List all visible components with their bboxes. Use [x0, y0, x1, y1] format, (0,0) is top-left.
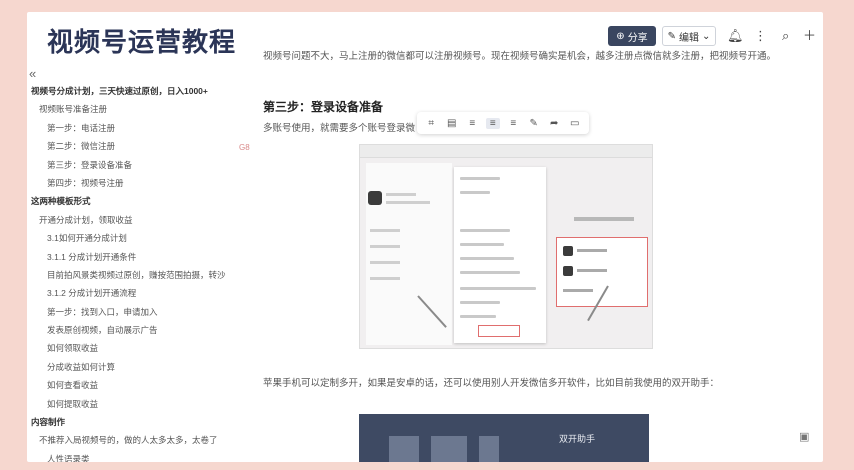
screenshot-line	[370, 229, 400, 232]
toc-item[interactable]: 如何领取收益	[29, 339, 249, 357]
screenshot-line	[386, 193, 416, 196]
screenshot-line	[386, 201, 430, 204]
toc-item[interactable]: 第二步：微信注册	[29, 137, 249, 155]
search-icon[interactable]: ⌕	[782, 27, 789, 45]
menu-line	[460, 191, 490, 194]
table-of-contents: 视频号分成计划，三天快速过原创，日入1000+ 视频账号准备注册 第一步：电话注…	[29, 82, 249, 462]
toc-item[interactable]: 不推荐入局视频号的，做的人太多太多，太卷了	[29, 431, 249, 449]
menu-line	[460, 287, 536, 290]
toc-item[interactable]: 第三步：登录设备准备	[29, 156, 249, 174]
edit-button[interactable]: ✎ 编辑 ⌄	[662, 26, 716, 46]
account-name-bar	[577, 249, 607, 252]
screenshot-highlight-box	[478, 325, 520, 337]
toc-item[interactable]: 视频账号准备注册	[29, 100, 249, 118]
page-frame: 视频号运营教程 ⊕ 分享 ✎ 编辑 ⌄ 🔔︎ ⋮ ⌕ ＋ « 视频号分成计划，三…	[27, 12, 823, 462]
toc-item[interactable]: 发表原创视频，自动展示广告	[29, 321, 249, 339]
toc-item[interactable]: 第四步：视频号注册	[29, 174, 249, 192]
toc-item[interactable]: 这两种模板形式	[29, 192, 249, 210]
menu-line	[460, 315, 496, 318]
account-avatar	[563, 266, 573, 276]
screenshot-avatar	[368, 191, 382, 205]
screenshot-line	[370, 277, 400, 280]
section-heading: 第三步：登录设备准备	[263, 100, 384, 114]
toc-item[interactable]: 分成收益如何计算	[29, 358, 249, 376]
toc-item[interactable]: 3.1.1 分成计划开通条件	[29, 248, 249, 266]
person-plus-icon: ⊕	[616, 30, 625, 42]
toc-item[interactable]: 3.1如何开通分成计划	[29, 229, 249, 247]
toc-item[interactable]: 3.1.2 分成计划开通流程	[29, 284, 249, 302]
comment-icon[interactable]: ▭	[568, 118, 582, 129]
paragraph: 多账号使用，就需要多个账号登录微	[263, 123, 416, 134]
embedded-screenshot-2[interactable]: 双开助手	[359, 414, 649, 462]
floating-doc-icon[interactable]: ▣	[799, 430, 809, 443]
share-button[interactable]: ⊕ 分享	[608, 26, 656, 46]
menu-line	[460, 229, 510, 232]
crop-icon[interactable]: ⌗	[424, 118, 438, 129]
replace-icon[interactable]: ▤	[445, 118, 459, 129]
page-title: 视频号运营教程	[47, 28, 237, 58]
screenshot-line	[370, 245, 400, 248]
bell-icon[interactable]: 🔔︎	[727, 27, 744, 45]
toc-item[interactable]: 如何查看收益	[29, 376, 249, 394]
paragraph: 苹果手机可以定制多开，如果是安卓的话，还可以使用别人开发微信多开软件，比如目前我…	[263, 378, 720, 389]
toc-item[interactable]: 人性语录类	[29, 450, 249, 462]
embedded-screenshot[interactable]	[359, 144, 653, 349]
toc-item[interactable]: 如何提取收益	[29, 395, 249, 413]
menu-line	[460, 177, 500, 180]
menu-line	[460, 257, 514, 260]
collapse-sidebar-icon[interactable]: «	[29, 66, 36, 81]
share-icon[interactable]: ➦	[547, 118, 561, 129]
more-icon[interactable]: ⋮	[754, 27, 767, 45]
toc-item[interactable]: 目前拍风景类视频过原创，赚按范围拍摄，转沙	[29, 266, 249, 284]
align-center-icon[interactable]: ≡	[485, 117, 500, 129]
plus-icon[interactable]: ＋	[803, 27, 816, 45]
align-right-icon[interactable]: ≡	[506, 118, 520, 129]
align-left-icon[interactable]: ≡	[465, 118, 479, 129]
account-name-bar	[577, 269, 607, 272]
account-row	[563, 266, 643, 278]
screenshot-line	[370, 261, 400, 264]
account-avatar	[563, 246, 573, 256]
account-name-bar	[563, 289, 593, 292]
account-row	[563, 246, 643, 258]
chevron-down-icon: ⌄	[702, 30, 711, 42]
screenshot-block	[389, 436, 419, 462]
menu-line	[460, 243, 504, 246]
share-label: 分享	[627, 32, 648, 44]
toc-item[interactable]: 第一步：电话注册	[29, 119, 249, 137]
pencil-icon: ✎	[667, 30, 676, 42]
toc-item[interactable]: 第一步：找到入口，申请加入	[29, 303, 249, 321]
screenshot-topbar	[360, 145, 652, 158]
screenshot-menu	[454, 167, 546, 343]
screenshot-label: 双开助手	[559, 434, 596, 444]
toc-item[interactable]: 内容制作	[29, 413, 249, 431]
comment-badge[interactable]: G8	[239, 143, 250, 152]
screenshot-block	[431, 436, 467, 462]
document-content: 视频号问题不大，马上注册的微信都可以注册视频号。现在视频号确实是机会，越多注册点…	[263, 50, 783, 64]
menu-line	[460, 301, 500, 304]
edit-image-icon[interactable]: ✎	[527, 118, 541, 129]
toc-item[interactable]: 视频号分成计划，三天快速过原创，日入1000+	[29, 82, 249, 100]
screenshot-block	[479, 436, 499, 462]
image-toolbar: ⌗ ▤ ≡ ≡ ≡ ✎ ➦ ▭	[417, 112, 589, 134]
menu-line	[460, 271, 520, 274]
paragraph: 视频号问题不大，马上注册的微信都可以注册视频号。现在视频号确实是机会，越多注册点…	[263, 51, 777, 62]
screenshot-right-title	[574, 217, 634, 221]
edit-label: 编辑	[679, 32, 699, 44]
toc-item[interactable]: 开通分成计划，领取收益	[29, 211, 249, 229]
